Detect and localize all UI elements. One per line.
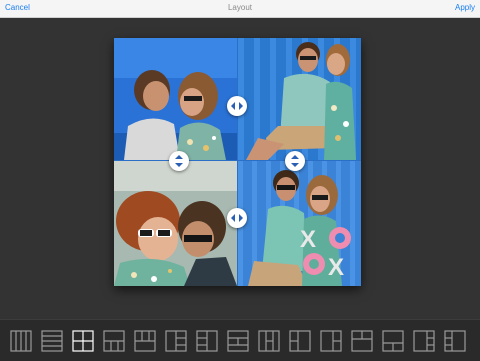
mixed-rows-layout-icon xyxy=(227,330,249,352)
layout-option-1[interactable] xyxy=(10,330,32,352)
layout-option-12[interactable] xyxy=(351,330,373,352)
photo-couple-lying-sunglasses[interactable] xyxy=(114,161,237,286)
mixed-columns-layout-icon xyxy=(258,330,280,352)
layout-option-9[interactable] xyxy=(258,330,280,352)
vertical-arrows-icon xyxy=(175,155,183,167)
photo-couple-sitting-bench[interactable] xyxy=(238,38,361,160)
layout-option-3[interactable] xyxy=(72,330,94,352)
horizontal-arrows-icon xyxy=(231,102,243,110)
bottom-stack-layout-icon xyxy=(382,330,404,352)
one-top-three-bottom-layout-icon xyxy=(103,330,125,352)
apply-button[interactable]: Apply xyxy=(455,3,475,12)
four-columns-layout-icon xyxy=(10,330,32,352)
resize-handle-middle-left-vertical[interactable] xyxy=(169,151,189,171)
three-top-one-bottom-layout-icon xyxy=(134,330,156,352)
layout-picker-bar xyxy=(0,319,480,361)
layout-option-6[interactable] xyxy=(165,330,187,352)
resize-handle-bottom-horizontal[interactable] xyxy=(227,208,247,228)
big-left-layout-icon xyxy=(413,330,435,352)
layout-option-2[interactable] xyxy=(41,330,63,352)
two-by-two-grid-layout-icon xyxy=(72,330,94,352)
top-stack-layout-icon xyxy=(351,330,373,352)
right-stack-layout-icon xyxy=(320,330,342,352)
photo-collage: X X xyxy=(114,38,361,286)
layout-option-13[interactable] xyxy=(382,330,404,352)
layout-option-10[interactable] xyxy=(289,330,311,352)
one-left-three-right-layout-icon xyxy=(165,330,187,352)
photo-couple-with-xox-letters[interactable]: X X xyxy=(238,161,361,286)
top-navigation-bar: Cancel Layout Apply xyxy=(0,0,480,18)
layout-option-8[interactable] xyxy=(227,330,249,352)
layout-option-7[interactable] xyxy=(196,330,218,352)
photo-couple-kissing[interactable] xyxy=(114,38,237,160)
big-right-layout-icon xyxy=(444,330,466,352)
layout-option-4[interactable] xyxy=(103,330,125,352)
layout-option-15[interactable] xyxy=(444,330,466,352)
resize-handle-top-horizontal[interactable] xyxy=(227,96,247,116)
layout-option-11[interactable] xyxy=(320,330,342,352)
page-title: Layout xyxy=(227,3,253,12)
three-left-one-right-layout-icon xyxy=(196,330,218,352)
left-stack-layout-icon xyxy=(289,330,311,352)
four-rows-layout-icon xyxy=(41,330,63,352)
layout-option-14[interactable] xyxy=(413,330,435,352)
horizontal-arrows-icon xyxy=(231,214,243,222)
svg-text:X: X xyxy=(328,254,344,281)
layout-option-5[interactable] xyxy=(134,330,156,352)
svg-text:X: X xyxy=(300,226,316,253)
resize-handle-middle-right-vertical[interactable] xyxy=(285,151,305,171)
vertical-arrows-icon xyxy=(291,155,299,167)
